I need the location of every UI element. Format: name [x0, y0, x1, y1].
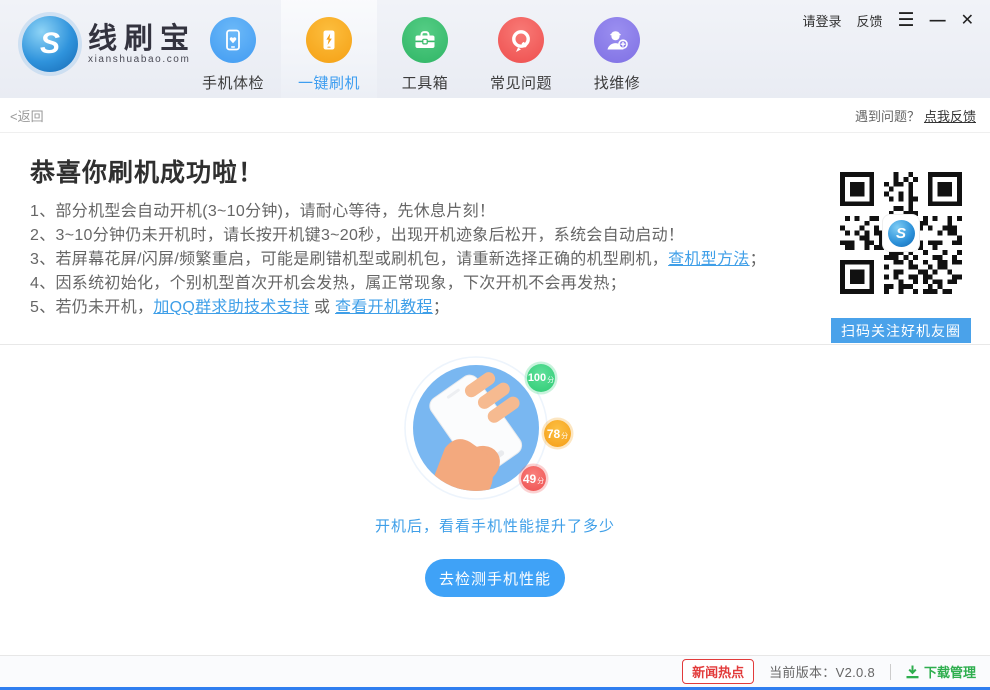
minimize-icon[interactable]: — — [930, 13, 946, 29]
performance-section: 100分 78分 49分 开机后，看看手机性能提升了多少 去检测手机性能 — [0, 345, 990, 655]
download-icon — [906, 665, 919, 679]
issue-feedback-link[interactable]: 点我反馈 — [924, 109, 976, 124]
logo-s-icon: S — [22, 16, 78, 72]
tip-text: 1、部分机型会自动开机(3~10分钟)，请耐心等待，先休息片刻！ — [30, 203, 495, 220]
version-label: 当前版本：V2.0.8 — [769, 662, 875, 681]
score-badge-49: 49分 — [521, 466, 546, 491]
footer-bar: 新闻热点 当前版本：V2.0.8 下载管理 — [0, 655, 990, 687]
phone-in-hand-illustration: 100分 78分 49分 — [398, 356, 583, 504]
qr-center-logo: S — [883, 215, 919, 251]
qq-group-link[interactable]: 加QQ群求助技术支持 — [153, 299, 309, 316]
nav-label: 常见问题 — [490, 72, 552, 93]
boot-tutorial-link[interactable]: 查看开机教程 — [335, 299, 433, 316]
test-performance-button[interactable]: 去检测手机性能 — [425, 559, 565, 597]
score-unit: 分 — [547, 375, 554, 385]
nav-item-toolbox[interactable]: 工具箱 — [377, 0, 473, 98]
main-nav: 手机体检 一键刷机 工具箱 — [185, 0, 665, 98]
score-value: 78 — [547, 427, 560, 441]
tip-item-5: 5、若仍未开机，加QQ群求助技术支持 或 查看开机教程； — [30, 296, 990, 320]
nav-label: 工具箱 — [402, 72, 449, 93]
nav-label: 找维修 — [594, 72, 641, 93]
faq-icon — [498, 17, 544, 63]
brand-domain: xianshuabao.com — [88, 54, 196, 65]
score-badge-100: 100分 — [527, 364, 555, 392]
score-badge-78: 78分 — [544, 420, 571, 447]
back-link[interactable]: <返回 — [10, 106, 44, 125]
check-model-link[interactable]: 查机型方法 — [668, 251, 750, 268]
nav-item-repair[interactable]: 找维修 — [569, 0, 665, 98]
repair-icon — [594, 17, 640, 63]
menu-icon[interactable]: ☰ — [898, 11, 915, 30]
qr-caption-banner: 扫码关注好机友圈 — [831, 318, 971, 343]
qr-logo-s-icon: S — [888, 220, 915, 247]
app-logo: S 线刷宝 xianshuabao.com — [22, 16, 196, 72]
nav-item-faq[interactable]: 常见问题 — [473, 0, 569, 98]
nav-item-phone-health[interactable]: 手机体检 — [185, 0, 281, 98]
phone-health-icon — [210, 17, 256, 63]
download-manager-button[interactable]: 下载管理 — [906, 662, 976, 681]
issue-prompt: 遇到问题？ 点我反馈 — [855, 106, 976, 125]
score-value: 100 — [528, 372, 546, 384]
download-label: 下载管理 — [924, 662, 976, 681]
score-unit: 分 — [561, 431, 568, 441]
tip-text: 4、因系统初始化，个别机型首次开机会发热，属正常现象，下次开机不会再发热； — [30, 275, 626, 292]
tip-text: 3、若屏幕花屏/闪屏/频繁重启，可能是刷错机型或刷机包，请重新选择正确的机型刷机… — [30, 251, 668, 268]
phone-flash-icon — [306, 17, 352, 63]
tip-text: 或 — [309, 299, 335, 316]
close-icon[interactable]: ✕ — [961, 13, 974, 29]
tip-text: ； — [433, 299, 449, 316]
toolbox-icon — [402, 17, 448, 63]
tip-text: 5、若仍未开机， — [30, 299, 153, 316]
brand-name: 线刷宝 — [88, 24, 196, 54]
score-unit: 分 — [537, 476, 544, 486]
app-header: S 线刷宝 xianshuabao.com 手机体检 — [0, 0, 990, 98]
performance-hint: 开机后，看看手机性能提升了多少 — [0, 515, 990, 536]
window-controls: 请登录 反馈 ☰ — ✕ — [803, 11, 974, 30]
tip-text: ； — [750, 251, 766, 268]
score-value: 49 — [523, 472, 536, 486]
nav-label: 手机体检 — [202, 72, 264, 93]
news-hotspot-button[interactable]: 新闻热点 — [682, 659, 754, 684]
nav-label: 一键刷机 — [298, 72, 360, 93]
success-section: 恭喜你刷机成功啦！ 1、部分机型会自动开机(3~10分钟)，请耐心等待，先休息片… — [0, 133, 990, 345]
tip-text: 2、3~10分钟仍未开机时，请长按开机键3~20秒，出现开机迹象后松开，系统会自… — [30, 227, 684, 244]
issue-label: 遇到问题？ — [855, 109, 920, 124]
qr-code: S — [840, 172, 962, 294]
feedback-link[interactable]: 反馈 — [857, 11, 883, 30]
login-link[interactable]: 请登录 — [803, 11, 842, 30]
nav-item-one-key-flash[interactable]: 一键刷机 — [281, 0, 377, 98]
footer-divider — [890, 664, 891, 680]
sub-header: <返回 遇到问题？ 点我反馈 — [0, 98, 990, 133]
